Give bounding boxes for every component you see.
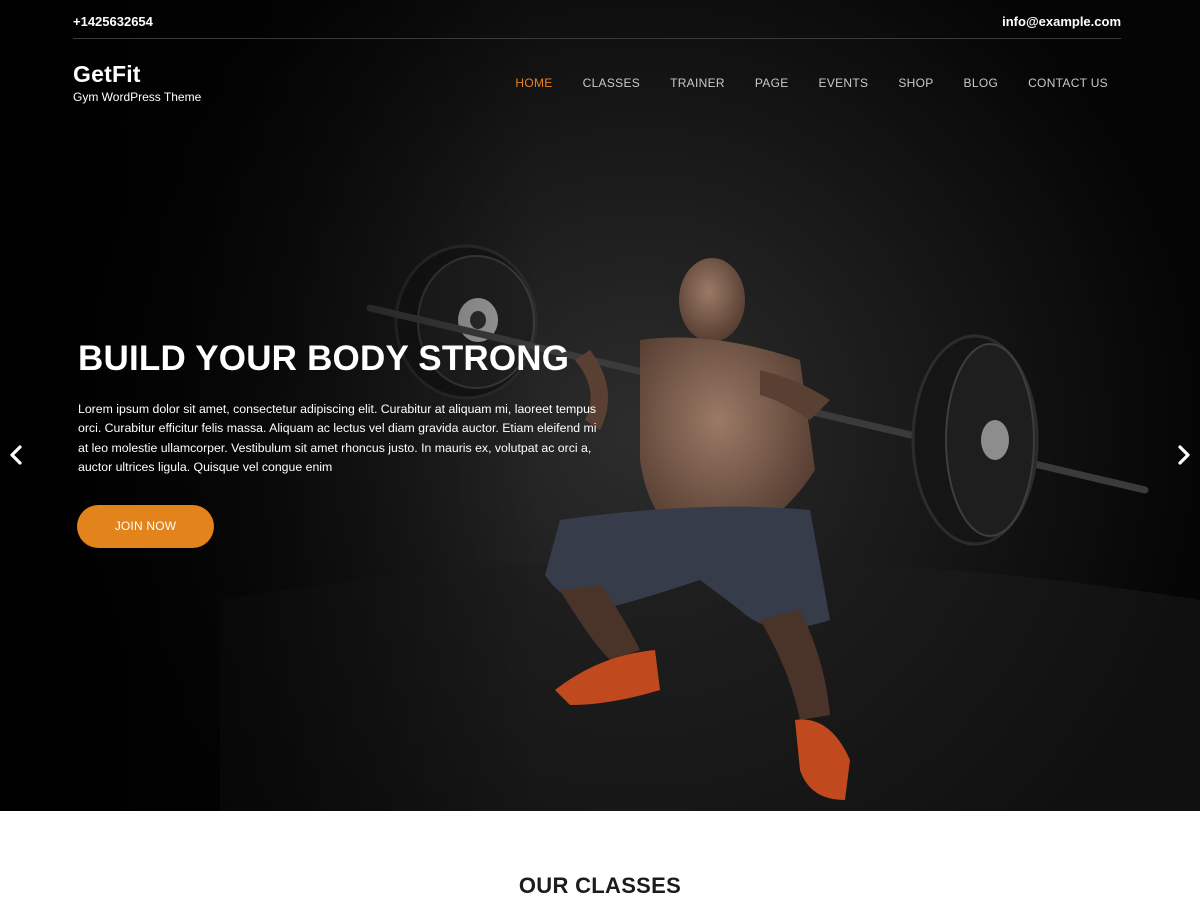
topbar-email[interactable]: info@example.com	[1002, 14, 1121, 29]
page: +1425632654 info@example.com GetFit Gym …	[0, 0, 1200, 900]
nav-item-home[interactable]: HOME	[515, 76, 552, 90]
nav-item-contact-us[interactable]: CONTACT US	[1028, 76, 1108, 90]
topbar-phone[interactable]: +1425632654	[73, 14, 153, 29]
site-tagline: Gym WordPress Theme	[73, 90, 202, 104]
hero-title: BUILD YOUR BODY STRONG	[78, 339, 570, 378]
our-classes-heading: OUR CLASSES	[518, 873, 682, 898]
nav-item-shop[interactable]: SHOP	[898, 76, 933, 90]
site-branding[interactable]: GetFit Gym WordPress Theme	[73, 60, 201, 104]
site-logo-text[interactable]: GetFit	[73, 60, 201, 88]
hero-description: Lorem ipsum dolor sit amet, consectetur …	[78, 402, 597, 474]
slider-prev-button[interactable]	[0, 438, 32, 472]
hero-caption: BUILD YOUR BODY STRONG Lorem ipsum dolor…	[78, 338, 618, 477]
chevron-right-icon	[1178, 445, 1190, 465]
nav-item-events[interactable]: EVENTS	[819, 76, 869, 90]
chevron-left-icon	[10, 445, 22, 465]
hero-slider: +1425632654 info@example.com GetFit Gym …	[0, 0, 1200, 811]
nav-item-classes[interactable]: CLASSES	[583, 76, 640, 90]
main-nav: HOME CLASSES TRAINER PAGE EVENTS SHOP BL…	[485, 76, 1108, 90]
nav-item-page[interactable]: PAGE	[755, 76, 789, 90]
slider-next-button[interactable]	[1168, 438, 1200, 472]
nav-item-blog[interactable]: BLOG	[964, 76, 999, 90]
nav-item-trainer[interactable]: TRAINER	[670, 76, 725, 90]
topbar: +1425632654 info@example.com	[73, 0, 1121, 39]
join-now-button[interactable]: JOIN NOW	[77, 505, 214, 548]
